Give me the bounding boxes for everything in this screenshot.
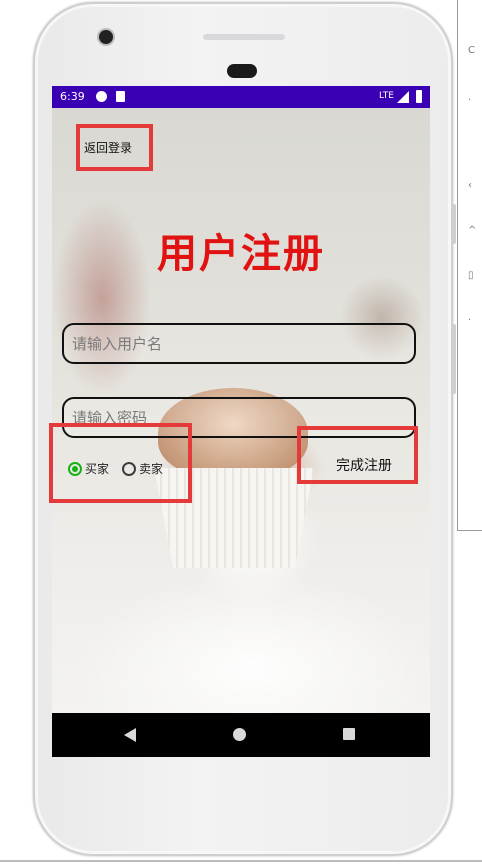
volume-button[interactable] [452,204,456,244]
highlight-box-back [76,124,153,171]
sd-card-icon [116,91,125,102]
notification-icon [96,91,107,102]
status-bar: 6:39 LTE [52,86,430,108]
navigation-bar [52,713,430,757]
page-title: 用户注册 [157,231,325,277]
back-triangle-icon[interactable] [124,728,136,742]
proximity-sensor [227,64,257,78]
earpiece-speaker [203,34,285,40]
page-divider [0,860,482,862]
battery-icon [416,90,422,103]
side-panel-icon: ‹ [468,180,472,191]
device-screen: 6:39 LTE 返回登录 用户注册 买家 卖家 完成注册 [52,86,430,757]
highlight-box-role [49,423,192,503]
side-panel: C · ‹ ^ ▯ · [457,0,482,531]
side-panel-icon: · [468,95,472,106]
status-time: 6:39 [60,90,85,103]
side-panel-icon: ▯ [468,270,474,281]
power-button[interactable] [452,324,456,394]
front-camera [99,30,113,44]
signal-icon [397,91,409,103]
username-input[interactable] [62,323,416,364]
network-type: LTE [379,91,394,101]
side-panel-icon: C [468,45,475,56]
home-circle-icon[interactable] [233,728,246,741]
side-panel-icon: · [468,315,472,326]
recent-apps-square-icon[interactable] [343,728,355,740]
side-panel-icon: ^ [468,225,477,236]
highlight-box-finish [297,426,418,484]
